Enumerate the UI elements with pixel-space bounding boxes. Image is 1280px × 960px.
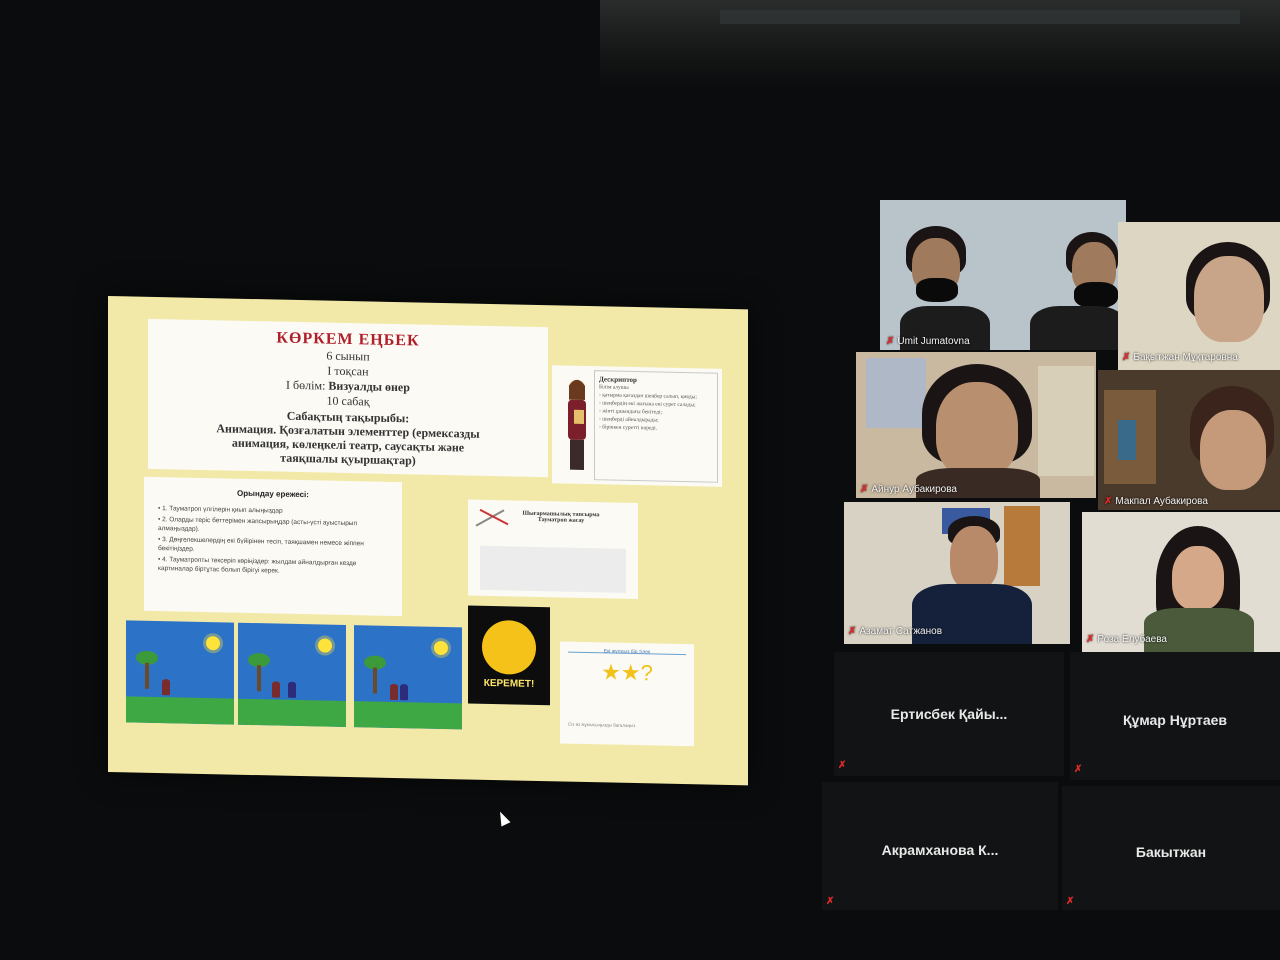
stars-panel: Екі жұлдыз бір тілек ★★? Сіз өз жұмысыңы… <box>560 641 694 747</box>
keremet-badge: КЕРЕМЕТ! <box>468 605 550 706</box>
muted-mic-icon: ✗ <box>826 896 835 907</box>
steps-caption: Шығармашылық тапсырма Тауматроп жасау <box>522 510 600 524</box>
descriptor-box: Дескриптор Білім алушы - қатырма қағазда… <box>594 370 718 483</box>
participant-name-label: ✗ Макпал Аубакирова <box>1104 496 1208 507</box>
muted-mic-icon: ✗ <box>1074 764 1083 775</box>
participant-name-label: ✗ Роза Елубаева <box>1086 634 1167 645</box>
teacher-illustration <box>568 379 586 470</box>
participant-name-label: ✗ Бақытжан Мұқтаровна <box>1122 352 1238 363</box>
participant-tile-ainur[interactable]: ✗ Айнур Аубакирова <box>856 352 1096 498</box>
smiley-icon <box>482 619 536 675</box>
descriptor-line: - біріккен суретті көреді. <box>599 424 658 432</box>
rule-item: • 2. Оларды теріс беттерімен жапсырыңдар… <box>158 516 358 533</box>
rules-title: Орындау ережесі: <box>237 488 309 500</box>
background-glint <box>720 10 1240 24</box>
participant-tile-bakytzhan-m[interactable]: ✗ Бақытжан Мұқтаровна <box>1118 222 1280 372</box>
participant-name-label: ✗ Айнур Аубакирова <box>860 484 957 495</box>
participant-tile-makpal[interactable]: ✗ Макпал Аубакирова <box>1098 370 1280 510</box>
rule-item: • 3. Дөңгелекшелердің екі бүйірінен тесі… <box>158 536 364 553</box>
participant-name: Бакытжан <box>1135 844 1207 860</box>
participant-tile-azamat[interactable]: ✗ Азамат Сатжанов <box>844 502 1070 644</box>
steps-photo-strip <box>480 545 626 593</box>
mouse-cursor-icon <box>495 809 511 827</box>
participant-name-label: ✗ Азамат Сатжанов <box>848 626 943 637</box>
scissors-icon <box>475 508 509 527</box>
monitor-background <box>600 0 1280 90</box>
participant-name-label: ✗ Umit Jumatovna <box>886 336 970 347</box>
muted-mic-icon: ✗ <box>1104 496 1113 507</box>
animation-frame-2 <box>238 622 346 727</box>
muted-mic-icon: ✗ <box>1066 896 1075 907</box>
title-panel: КӨРКЕМ ЕҢБЕК 6 сынып I тоқсан I бөлім: В… <box>148 318 548 478</box>
participant-tile-roza[interactable]: ✗ Роза Елубаева <box>1082 512 1280 652</box>
slide-section-name: Визуалды өнер <box>328 378 410 395</box>
participant-tile-bakytzhan[interactable]: Бакытжан ✗ <box>1062 786 1280 910</box>
participant-name: Ертисбек Қайы... <box>890 706 1008 722</box>
keremet-label: КЕРЕМЕТ! <box>483 677 535 690</box>
shared-screen-slide: КӨРКЕМ ЕҢБЕК 6 сынып I тоқсан I бөлім: В… <box>108 296 748 786</box>
participant-tile-ertisbek[interactable]: Ертисбек Қайы... ✗ <box>834 652 1064 776</box>
stars-note: Сіз өз жұмысыңызды бағалаңыз <box>568 721 636 729</box>
rule-item: • 4. Тауматропты тексеріп көріңіздер: жы… <box>158 556 357 575</box>
animation-frame-3 <box>354 625 462 730</box>
participant-tile-kumar[interactable]: Құмар Нұртаев ✗ <box>1070 652 1280 780</box>
muted-mic-icon: ✗ <box>848 626 857 637</box>
stars-icon: ★★? <box>568 651 686 699</box>
descriptor-panel: Дескриптор Білім алушы - қатырма қағазда… <box>552 365 722 487</box>
muted-mic-icon: ✗ <box>1122 352 1131 363</box>
animation-frame-1 <box>126 620 234 725</box>
muted-mic-icon: ✗ <box>860 484 869 495</box>
participant-tile-akramkhanova[interactable]: Акрамханова К... ✗ <box>822 782 1058 910</box>
participant-name: Акрамханова К... <box>881 842 999 858</box>
steps-panel: Шығармашылық тапсырма Тауматроп жасау <box>468 499 638 600</box>
participant-name: Құмар Нұртаев <box>1122 712 1228 728</box>
muted-mic-icon: ✗ <box>838 760 847 771</box>
slide-section-prefix: I бөлім: <box>286 377 326 393</box>
participant-tile-umit[interactable]: ✗ Umit Jumatovna <box>880 200 1126 350</box>
muted-mic-icon: ✗ <box>1086 634 1095 645</box>
muted-mic-icon: ✗ <box>886 336 895 347</box>
rules-panel: Орындау ережесі: • 1. Тауматроп үлгілері… <box>144 476 402 617</box>
